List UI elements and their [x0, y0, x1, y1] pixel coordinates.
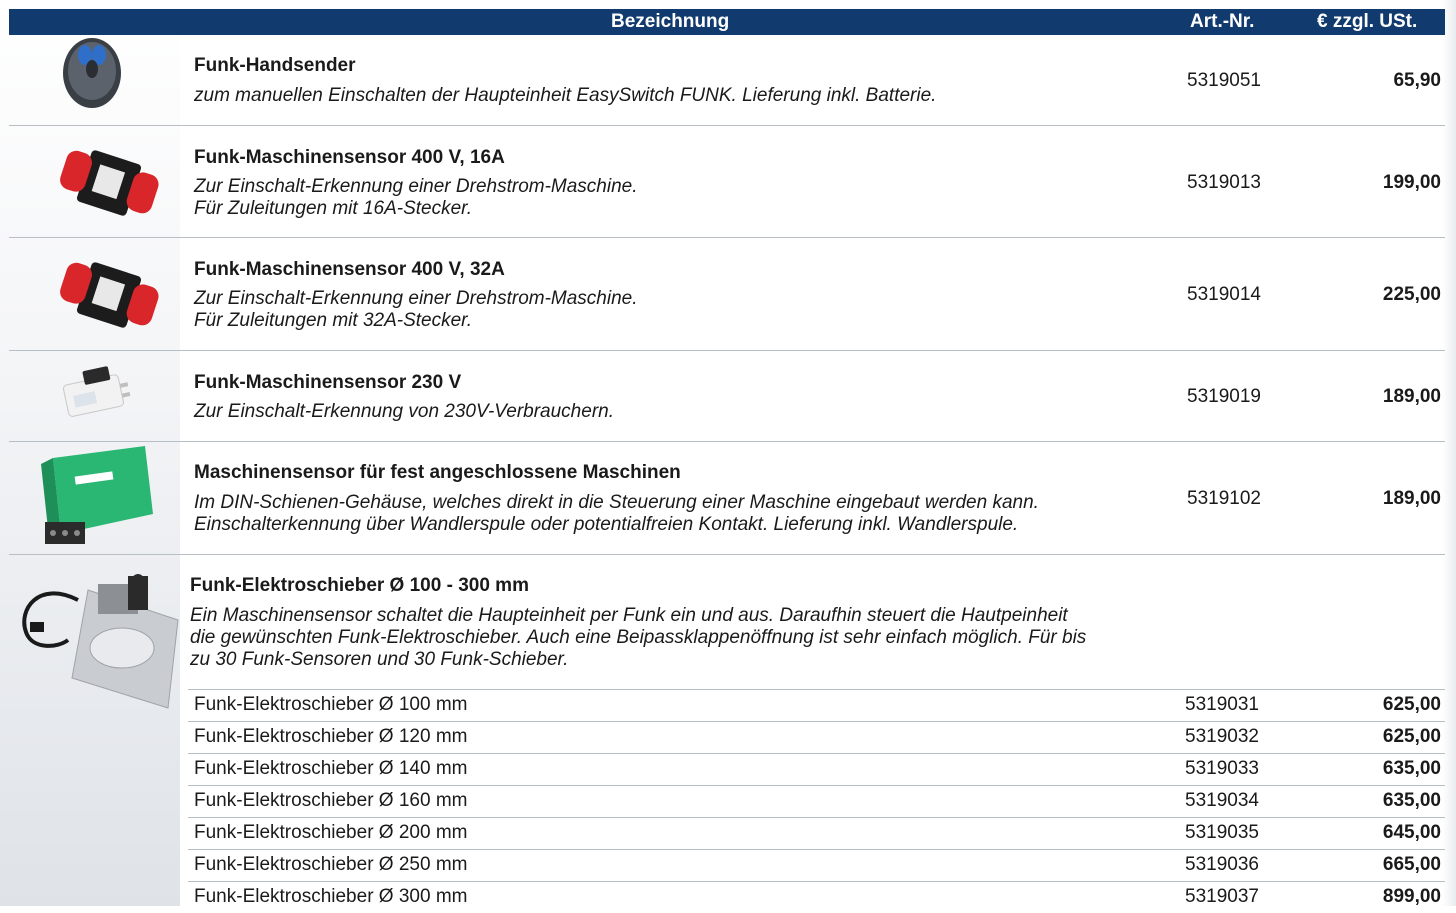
- variant-row: Funk-Elektroschieber Ø 200 mm 5319035 64…: [188, 817, 1445, 849]
- variant-article-number: 5319031: [1185, 694, 1259, 715]
- variant-article-number: 5319033: [1185, 758, 1259, 779]
- variant-article-number: 5319037: [1185, 886, 1259, 907]
- article-number: 5319102: [1187, 488, 1261, 509]
- article-number: 5319051: [1187, 70, 1261, 91]
- product-description: Zur Einschalt-Erkennung einer Drehstrom-…: [194, 176, 638, 219]
- product-row: Funk-Maschinensensor 400 V, 32A Zur Eins…: [9, 238, 1445, 351]
- din-rail-sensor-icon: [35, 444, 159, 555]
- variant-row: Funk-Elektroschieber Ø 160 mm 5319034 63…: [188, 785, 1445, 817]
- variant-name: Funk-Elektroschieber Ø 300 mm: [194, 886, 468, 907]
- product-description: Im DIN-Schienen-Gehäuse, welches direkt …: [194, 492, 1039, 535]
- variant-row: Funk-Elektroschieber Ø 300 mm 5319037 89…: [188, 881, 1445, 913]
- variant-article-number: 5319036: [1185, 854, 1259, 875]
- variant-price: 635,00: [1382, 790, 1441, 811]
- variant-price: 899,00: [1382, 886, 1441, 907]
- variant-name: Funk-Elektroschieber Ø 160 mm: [194, 790, 468, 811]
- table-header: Bezeichnung Art.-Nr. € zzgl. USt.: [9, 9, 1445, 35]
- product-title: Funk-Maschinensensor 230 V: [194, 372, 462, 393]
- remote-control-icon: [61, 35, 123, 114]
- variant-article-number: 5319032: [1185, 726, 1259, 747]
- variant-row: Funk-Elektroschieber Ø 120 mm 5319032 62…: [188, 721, 1445, 753]
- variant-row: Funk-Elektroschieber Ø 100 mm 5319031 62…: [188, 689, 1445, 721]
- price: 225,00: [1382, 284, 1441, 305]
- variant-row: Funk-Elektroschieber Ø 140 mm 5319033 63…: [188, 753, 1445, 785]
- plug-sensor-230v-icon: [57, 363, 135, 428]
- price: 65,90: [1393, 70, 1441, 91]
- variant-article-number: 5319035: [1185, 822, 1259, 843]
- price: 189,00: [1382, 488, 1441, 509]
- variant-price: 625,00: [1382, 726, 1441, 747]
- article-number: 5319019: [1187, 386, 1261, 407]
- variant-name: Funk-Elektroschieber Ø 140 mm: [194, 758, 468, 779]
- product-row: Funk-Maschinensensor 400 V, 16A Zur Eins…: [9, 126, 1445, 238]
- variant-price: 645,00: [1382, 822, 1441, 843]
- header-article-number: Art.-Nr.: [1190, 11, 1255, 32]
- variant-name: Funk-Elektroschieber Ø 200 mm: [194, 822, 468, 843]
- variant-name: Funk-Elektroschieber Ø 250 mm: [194, 854, 468, 875]
- variant-price: 635,00: [1382, 758, 1441, 779]
- product-title: Funk-Maschinensensor 400 V, 32A: [194, 259, 505, 280]
- variant-name: Funk-Elektroschieber Ø 120 mm: [194, 726, 468, 747]
- product-title: Funk-Handsender: [194, 55, 356, 76]
- variant-price: 625,00: [1382, 694, 1441, 715]
- header-description: Bezeichnung: [611, 11, 730, 32]
- header-price: € zzgl. USt.: [1317, 11, 1418, 32]
- variant-price: 665,00: [1382, 854, 1441, 875]
- price: 189,00: [1382, 386, 1441, 407]
- price: 199,00: [1382, 172, 1441, 193]
- group-title: Funk-Elektroschieber Ø 100 - 300 mm: [190, 575, 529, 596]
- product-row: Funk-Maschinensensor 230 V Zur Einschalt…: [9, 351, 1445, 442]
- article-number: 5319013: [1187, 172, 1261, 193]
- product-row: Funk-Handsender zum manuellen Einschalte…: [9, 35, 1445, 126]
- product-title: Funk-Maschinensensor 400 V, 16A: [194, 147, 505, 168]
- product-row: Maschinensensor für fest angeschlossene …: [9, 442, 1445, 555]
- variant-row: Funk-Elektroschieber Ø 250 mm 5319036 66…: [188, 849, 1445, 881]
- product-title: Maschinensensor für fest angeschlossene …: [194, 462, 681, 483]
- variant-name: Funk-Elektroschieber Ø 100 mm: [194, 694, 468, 715]
- product-description: zum manuellen Einschalten der Haupteinhe…: [194, 85, 937, 106]
- electric-damper-icon: [18, 570, 182, 715]
- product-description: Zur Einschalt-Erkennung von 230V-Verbrau…: [194, 401, 614, 422]
- group-description: Ein Maschinensensor schaltet die Hauptei…: [190, 605, 1087, 670]
- cee-sensor-32a-icon: [55, 254, 163, 341]
- article-number: 5319014: [1187, 284, 1261, 305]
- cee-sensor-16a-icon: [55, 142, 163, 229]
- variant-article-number: 5319034: [1185, 790, 1259, 811]
- product-description: Zur Einschalt-Erkennung einer Drehstrom-…: [194, 288, 638, 331]
